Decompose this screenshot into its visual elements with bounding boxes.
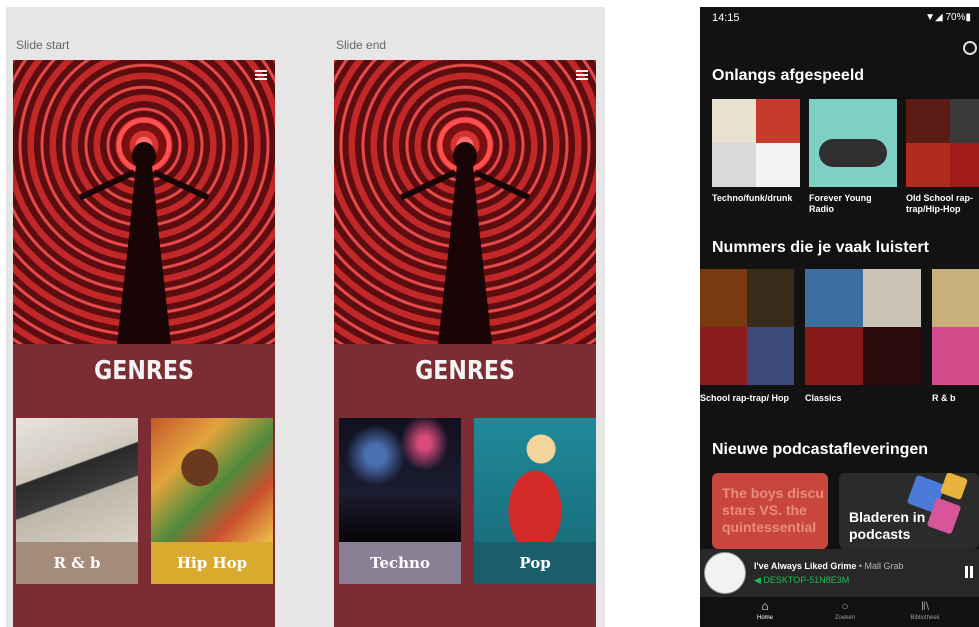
spotify-phone-screen: 14:15 ▼◢ 70%▮ Onlangs afgespeeld Techno/… [700, 7, 979, 627]
track-title: I've Always Liked Grime [754, 561, 857, 571]
gear-icon[interactable] [963, 41, 977, 55]
frequent-caption: R & b [932, 393, 956, 403]
tab-search[interactable]: ○ Zoeken [810, 599, 880, 621]
status-bar: 14:15 ▼◢ 70%▮ [700, 7, 979, 29]
genre-tile-pop[interactable]: Pop [474, 418, 596, 584]
recent-cover-3[interactable] [906, 99, 979, 187]
frequent-cover-1[interactable] [700, 269, 794, 385]
search-icon: ○ [841, 599, 849, 613]
now-playing-bar[interactable]: I've Always Liked Grime • Mall Grab ◀ DE… [700, 549, 979, 597]
section-title-recent: Onlangs afgespeeld [712, 67, 865, 84]
podcast-episode-text: The boys discu stars VS. the quintessent… [722, 485, 824, 535]
home-icon: ⌂ [761, 599, 769, 613]
hiphop-photo [151, 418, 273, 542]
hero-image [334, 60, 596, 344]
genre-tile-label: Hip Hop [151, 542, 273, 584]
tab-home[interactable]: ⌂ Home [730, 599, 800, 621]
genres-title: GENRES [94, 356, 194, 386]
frequent-cover-2[interactable] [805, 269, 921, 385]
genre-tile-label: Pop [474, 542, 596, 584]
section-title-podcasts: Nieuwe podcastafleveringen [712, 441, 929, 458]
genres-title: GENRES [415, 356, 515, 386]
artboard-label-end: Slide end [336, 38, 387, 52]
browse-podcasts-card[interactable]: Bladeren in podcasts [839, 473, 979, 549]
genre-tile-hiphop[interactable]: Hip Hop [151, 418, 273, 584]
genre-tile-rnb[interactable]: R & b [16, 418, 138, 584]
track-artist: Mall Grab [864, 561, 904, 571]
frequent-caption: School rap-trap/ Hop [700, 393, 790, 403]
frequent-caption: Classics [805, 393, 842, 403]
tab-label: Home [756, 615, 773, 621]
podcast-episode-card[interactable]: The boys discu stars VS. the quintessent… [712, 473, 828, 549]
recent-cover-2[interactable] [809, 99, 897, 187]
rnb-photo [16, 418, 138, 542]
status-time: 14:15 [712, 12, 740, 24]
library-icon: ‖\ [920, 599, 930, 613]
connected-device[interactable]: ◀ DESKTOP-51N8E3M [754, 575, 849, 586]
artboard-label-start: Slide start [16, 38, 70, 52]
hero-image [13, 60, 275, 344]
recent-caption: Techno/funk/drunk [712, 193, 793, 203]
hamburger-menu-icon[interactable] [255, 70, 267, 80]
hamburger-menu-icon[interactable] [576, 70, 588, 80]
track-separator: • [856, 561, 865, 571]
techno-photo [339, 418, 461, 542]
recent-caption: Forever Young Radio [809, 193, 872, 214]
artboard-slide-start[interactable]: GENRES R & b Hip Hop [13, 60, 275, 627]
tab-label: Zoeken [834, 615, 855, 621]
genre-tile-techno[interactable]: Techno [339, 418, 461, 584]
pop-photo [474, 418, 596, 542]
tab-label: Bibliotheek [910, 615, 940, 621]
browse-podcasts-text: Bladeren in podcasts [849, 509, 926, 542]
dancer-silhouette [78, 142, 210, 344]
frequent-cover-3[interactable] [932, 269, 979, 385]
now-playing-artwork [704, 552, 746, 594]
section-title-frequent: Nummers die je vaak luistert [712, 239, 929, 256]
recent-cover-1[interactable] [712, 99, 800, 187]
screen: Slide start Slide end GENRES R & b Hip H… [0, 0, 979, 627]
pause-icon[interactable] [965, 566, 973, 578]
recent-caption: Old School rap-trap/Hip-Hop [906, 193, 974, 214]
genre-tile-label: Techno [339, 542, 461, 584]
now-playing-track: I've Always Liked Grime • Mall Grab [754, 561, 904, 571]
dancer-silhouette [399, 142, 531, 344]
genre-tile-label: R & b [16, 542, 138, 584]
status-icons: ▼◢ 70%▮ [925, 12, 971, 23]
artboard-slide-end[interactable]: GENRES Techno Pop [334, 60, 596, 627]
tab-library[interactable]: ‖\ Bibliotheek [890, 599, 960, 621]
bottom-tab-bar: ⌂ Home ○ Zoeken ‖\ Bibliotheek [700, 597, 979, 627]
device-name: DESKTOP-51N8E3M [763, 575, 850, 585]
design-canvas: Slide start Slide end GENRES R & b Hip H… [6, 7, 605, 627]
